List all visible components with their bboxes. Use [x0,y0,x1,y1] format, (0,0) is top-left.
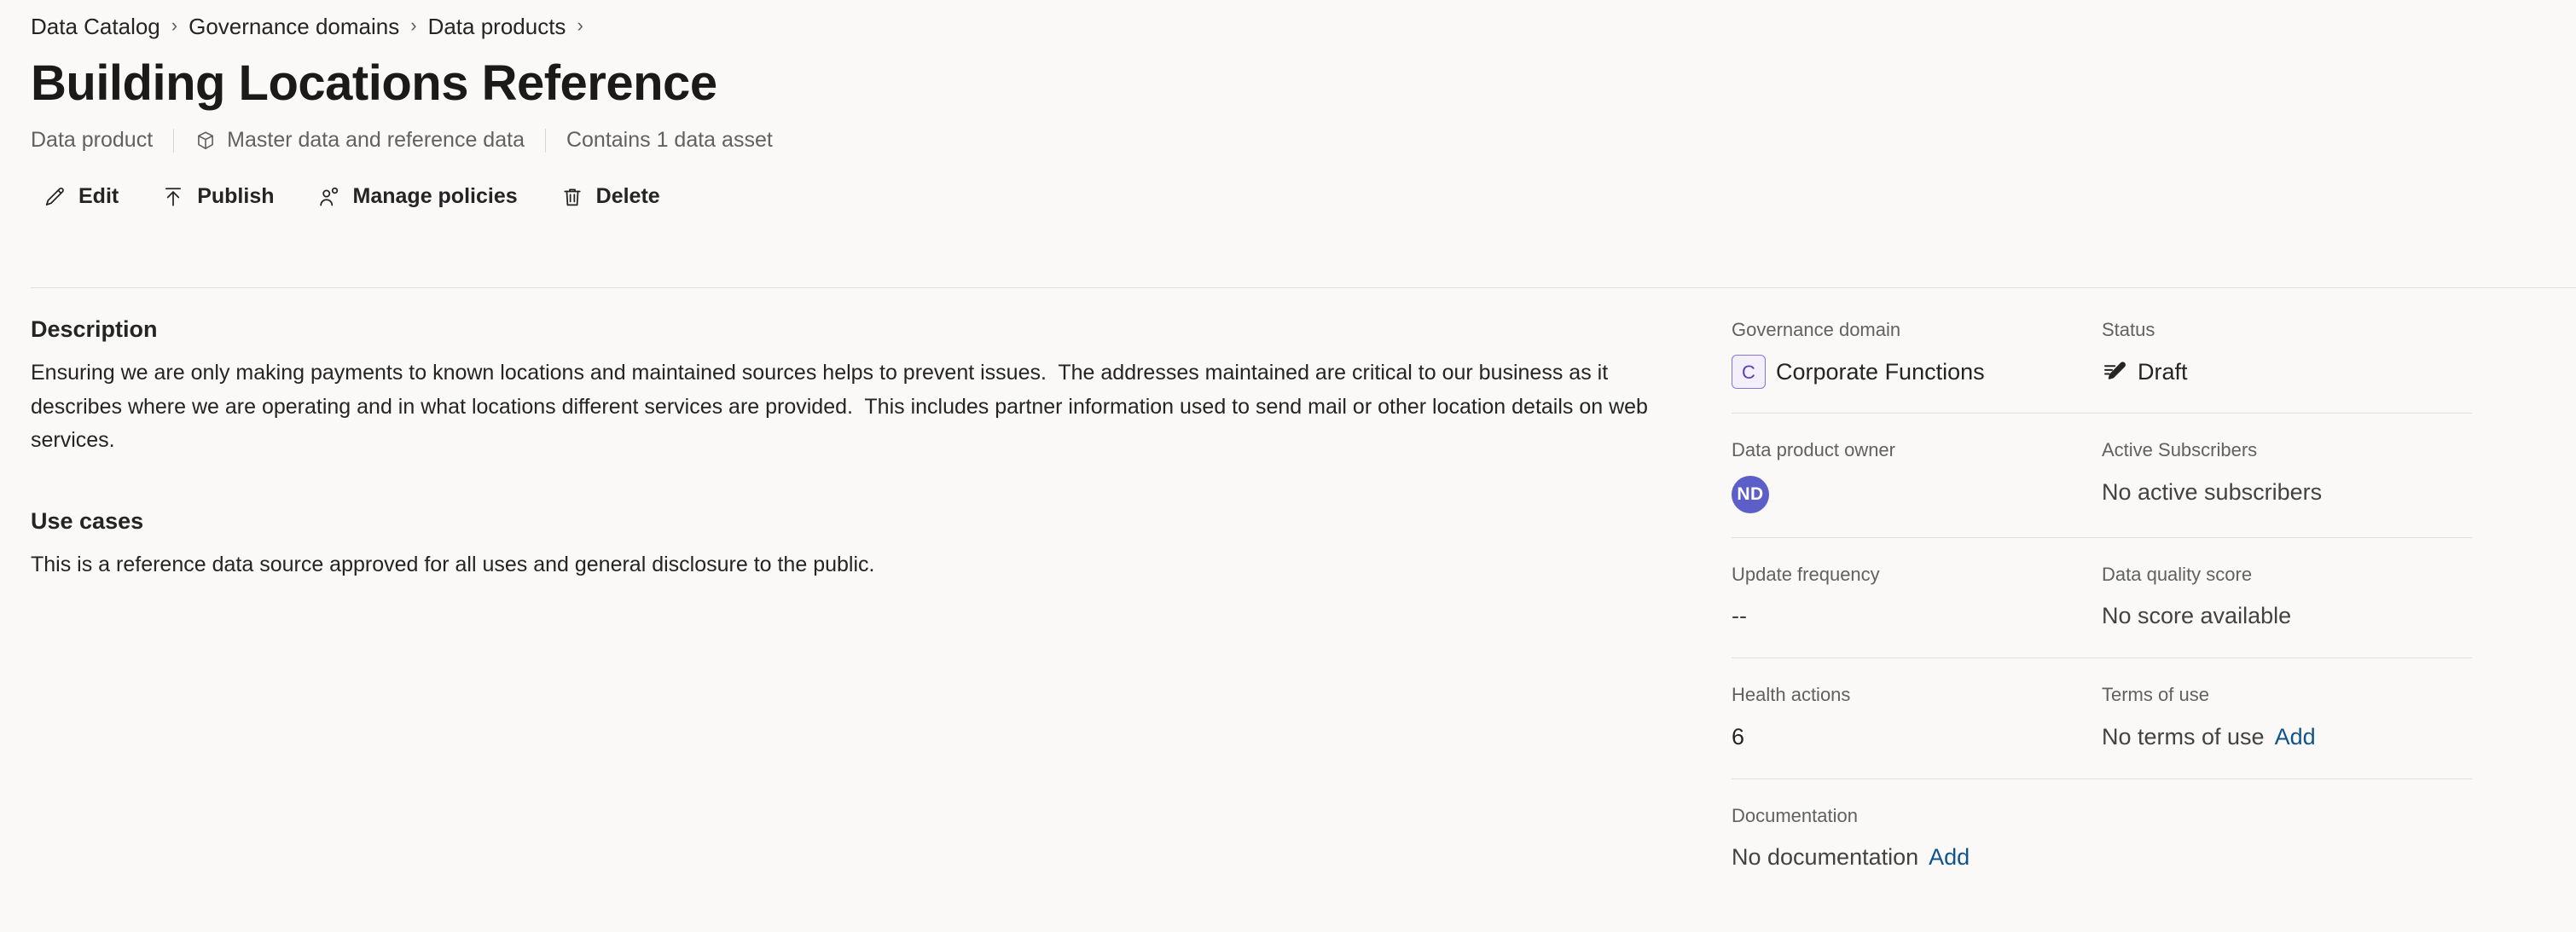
package-icon [194,130,217,152]
property-governance-domain: Governance domain C Corporate Functions [1732,319,2102,390]
asset-count-label: Contains 1 data asset [566,130,773,151]
use-cases-text: This is a reference data source approved… [31,553,875,577]
pencil-icon [43,185,67,209]
terms-of-use-text: No terms of use [2102,723,2265,750]
property-row: Health actions 6 Terms of use No terms o… [1732,684,2472,779]
property-data-product-owner: Data product owner ND [1732,439,2102,513]
data-category-text: Master data and reference data [227,128,525,153]
breadcrumb-item-data-products[interactable]: Data products [428,15,566,38]
meta-divider [544,128,546,153]
description-text: Ensuring we are only making payments to … [31,361,1654,453]
avatar[interactable]: ND [1732,475,1769,513]
breadcrumb: Data Catalog › Governance domains › Data… [0,0,2576,38]
documentation-text: No documentation [1732,844,1919,871]
page-content: Description Ensuring we are only making … [0,288,2576,932]
health-actions-label: Health actions [1732,684,1851,706]
entity-type-label: Data product [31,130,153,151]
content-left-column: Description Ensuring we are only making … [0,288,1732,932]
property-empty-cell [2102,805,2472,875]
breadcrumb-item-governance-domains[interactable]: Governance domains [189,15,399,38]
property-update-frequency: Update frequency -- [1732,564,2102,634]
publish-button-label: Publish [197,184,275,209]
trash-icon [560,185,584,209]
breadcrumb-separator-icon: › [577,14,583,36]
page-title: Building Locations Reference [31,55,717,111]
property-data-quality-score: Data quality score No score available [2102,564,2472,634]
properties-panel: Governance domain C Corporate Functions … [1732,319,2472,899]
breadcrumb-separator-icon: › [410,14,417,36]
property-row: Governance domain C Corporate Functions … [1732,319,2472,414]
active-subscribers-value: No active subscribers [2102,478,2323,505]
breadcrumb-item-data-catalog[interactable]: Data Catalog [31,15,160,38]
documentation-value: No documentation Add [1732,841,2102,875]
terms-of-use-label: Terms of use [2102,684,2209,706]
active-subscribers-label: Active Subscribers [2102,439,2258,461]
data-product-owner-label: Data product owner [1732,439,1895,461]
edit-button-label: Edit [78,184,119,209]
data-quality-score-label: Data quality score [2102,563,2253,585]
property-row: Documentation No documentation Add [1732,805,2472,899]
status-label: Status [2102,319,2155,340]
header-meta-row: Data product Master data and reference d… [31,128,2576,153]
health-actions-value: 6 [1732,723,1745,750]
governance-domain-label: Governance domain [1732,319,1901,340]
documentation-label: Documentation [1732,804,1858,826]
property-row: Update frequency -- Data quality score N… [1732,564,2472,659]
add-documentation-link[interactable]: Add [1929,843,1970,872]
property-row: Data product owner ND Active Subscribers… [1732,439,2472,538]
publish-button[interactable]: Publish [149,178,286,216]
asset-count-text: Contains 1 data asset [566,128,773,153]
data-product-owner-value: ND [1732,475,2102,513]
command-bar: Edit Publish Manage policies Delete [31,176,2576,218]
content-right-column: Governance domain C Corporate Functions … [1732,288,2576,932]
update-frequency-label: Update frequency [1732,563,1880,585]
add-terms-of-use-link[interactable]: Add [2275,723,2316,752]
meta-divider [173,128,175,153]
property-status: Status Draft [2102,319,2472,389]
data-category: Master data and reference data [194,130,525,152]
governance-domain-value[interactable]: C Corporate Functions [1732,355,2102,390]
edit-button[interactable]: Edit [31,178,131,216]
update-frequency-value: -- [1732,603,1747,629]
draft-pencil-icon [2102,359,2127,385]
description-heading: Description [31,316,158,342]
data-quality-score-value: No score available [2102,603,2292,629]
entity-type-text: Data product [31,128,154,153]
property-health-actions: Health actions 6 [1732,684,2102,754]
terms-of-use-value: No terms of use Add [2102,721,2472,755]
property-terms-of-use: Terms of use No terms of use Add [2102,684,2472,754]
status-text: Draft [2138,358,2188,385]
governance-domain-text: Corporate Functions [1776,358,1985,385]
status-badge: Draft [2102,355,2472,389]
people-icon [317,185,341,209]
property-documentation: Documentation No documentation Add [1732,805,2102,875]
breadcrumb-separator-icon: › [171,14,178,36]
domain-initial-badge: C [1732,355,1766,390]
publish-icon [161,185,185,209]
delete-button[interactable]: Delete [548,178,672,216]
manage-policies-button-label: Manage policies [352,184,518,209]
delete-button-label: Delete [595,184,660,209]
property-active-subscribers: Active Subscribers No active subscribers [2102,439,2472,512]
manage-policies-button[interactable]: Manage policies [305,178,530,216]
use-cases-heading: Use cases [31,507,144,534]
